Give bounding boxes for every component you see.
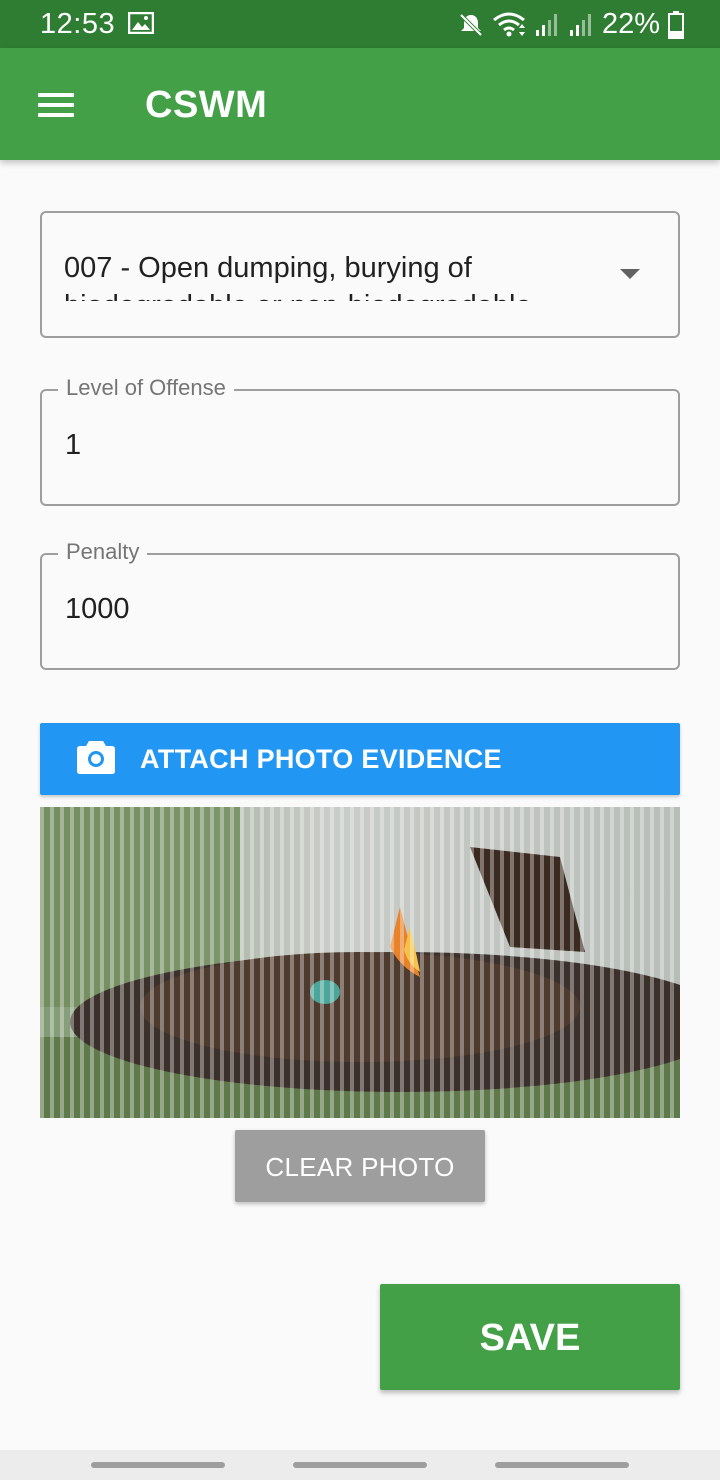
status-icons: 22% [458, 8, 684, 41]
penalty-label: Penalty [58, 539, 148, 565]
photo-evidence-image [40, 807, 680, 1118]
dropdown-value-clip: 007 - Open dumping, burying of biodegrad… [64, 249, 584, 301]
attach-photo-evidence-label: ATTACH PHOTO EVIDENCE [140, 744, 502, 774]
camera-icon [76, 739, 116, 775]
violation-dropdown[interactable]: 007 - Open dumping, burying of biodegrad… [40, 211, 680, 338]
wifi-icon [492, 12, 526, 38]
level-of-offense-value[interactable]: 1 [65, 429, 81, 462]
gallery-icon [127, 11, 155, 35]
nav-home-button[interactable] [293, 1462, 427, 1468]
hamburger-menu-icon[interactable] [30, 82, 82, 126]
nav-back-button[interactable] [495, 1462, 629, 1468]
mute-icon [458, 12, 484, 38]
app-bar: CSWM [0, 48, 720, 160]
level-of-offense-field[interactable]: Level of Offense 1 [40, 375, 680, 506]
save-label: SAVE [479, 1317, 581, 1359]
attach-photo-evidence-button[interactable]: ATTACH PHOTO EVIDENCE [40, 723, 680, 795]
app-title: CSWM [145, 84, 268, 126]
signal-icon [534, 12, 560, 38]
clear-photo-label: CLEAR PHOTO [265, 1152, 455, 1182]
battery-icon [668, 10, 684, 39]
penalty-field[interactable]: Penalty 1000 [40, 539, 680, 670]
status-bar: 12:53 22% [0, 0, 720, 48]
level-of-offense-label: Level of Offense [58, 375, 234, 401]
nav-recents-button[interactable] [91, 1462, 225, 1468]
penalty-value[interactable]: 1000 [65, 593, 130, 626]
signal-icon [568, 12, 594, 38]
save-button[interactable]: SAVE [380, 1284, 680, 1390]
dropdown-arrow-icon[interactable] [620, 269, 640, 279]
violation-selected-value: 007 - Open dumping, burying of biodegrad… [64, 252, 532, 301]
battery-percentage: 22% [601, 8, 660, 40]
status-time: 12:53 [40, 8, 116, 40]
clear-photo-button[interactable]: CLEAR PHOTO [235, 1130, 485, 1202]
system-nav-bar [0, 1450, 720, 1480]
